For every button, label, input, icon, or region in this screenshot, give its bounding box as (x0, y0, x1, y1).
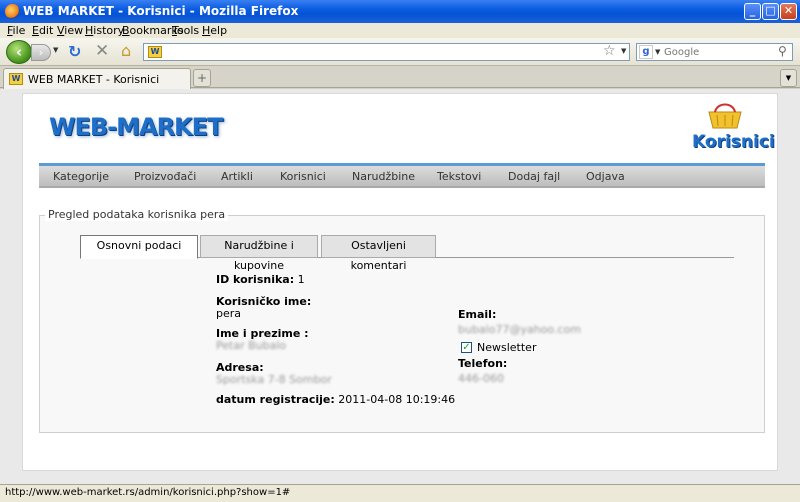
status-bar: http://www.web-market.rs/admin/korisnici… (0, 484, 800, 502)
nav-tekstovi[interactable]: Tekstovi (437, 170, 481, 183)
window-title-bar: WEB MARKET - Korisnici - Mozilla Firefox… (0, 0, 800, 23)
back-button[interactable]: ‹ (6, 40, 32, 64)
site-favicon-icon: W (148, 46, 162, 58)
newsletter-label: Newsletter (477, 341, 537, 354)
menu-edit[interactable]: Edit (32, 24, 53, 37)
user-id-value: 1 (297, 273, 305, 286)
search-input[interactable] (664, 45, 774, 59)
username-value: pera (216, 307, 242, 320)
email-label: Email: (458, 308, 497, 321)
nav-narudzbine[interactable]: Narudžbine (352, 170, 415, 183)
window-title: WEB MARKET - Korisnici - Mozilla Firefox (23, 4, 299, 18)
url-input[interactable] (166, 45, 596, 59)
basket-icon (708, 103, 742, 129)
menu-history[interactable]: History (85, 24, 124, 37)
history-dropdown-icon[interactable]: ▼ (53, 46, 58, 54)
page-container: WEB-MARKET Korisnici Kategorije Proizvođ… (22, 93, 778, 471)
registration-date-value: 2011-04-08 10:19:46 (338, 393, 456, 406)
menu-file[interactable]: File (7, 24, 25, 37)
forward-button[interactable]: › (31, 44, 51, 61)
site-logo[interactable]: WEB-MARKET (49, 113, 223, 141)
registration-date-row: datum registracije: 2011-04-08 10:19:46 (216, 393, 455, 406)
fieldset-legend: Pregled podataka korisnika pera (45, 208, 229, 221)
search-bar[interactable]: g ▼ ⚲ (636, 43, 793, 61)
tab-korisnici[interactable]: W WEB MARKET - Korisnici (3, 68, 191, 89)
user-id-label: ID korisnika: (216, 273, 295, 286)
tab-favicon-icon: W (9, 73, 23, 85)
close-button[interactable]: ✕ (780, 3, 797, 20)
url-dropdown-icon[interactable]: ▼ (621, 47, 626, 55)
maximize-button[interactable]: □ (762, 3, 779, 20)
url-bar[interactable]: W ☆ ▼ (143, 43, 630, 61)
home-icon[interactable]: ⌂ (121, 41, 131, 60)
menu-tools[interactable]: Tools (172, 24, 199, 37)
tab-osnovni-podaci[interactable]: Osnovni podaci (80, 235, 198, 259)
email-value: bubalo77@yahoo.com (458, 323, 581, 336)
phone-value: 446-060 (458, 372, 504, 385)
menu-bar: File Edit View History Bookmarks Tools H… (0, 23, 800, 38)
nav-kategorije[interactable]: Kategorije (53, 170, 109, 183)
tab-list-dropdown-icon[interactable]: ▼ (780, 69, 797, 87)
status-text: http://www.web-market.rs/admin/korisnici… (5, 487, 291, 498)
phone-label: Telefon: (458, 357, 508, 370)
page-viewport: WEB-MARKET Korisnici Kategorije Proizvođ… (0, 89, 800, 484)
newsletter-checkbox[interactable]: ✓ (461, 342, 472, 353)
nav-korisnici[interactable]: Korisnici (280, 170, 326, 183)
google-engine-icon[interactable]: g (639, 45, 653, 59)
navigation-toolbar: ‹ › ▼ ↻ ✕ ⌂ W ☆ ▼ g ▼ ⚲ (0, 38, 800, 66)
tab-strip: W WEB MARKET - Korisnici + ▼ (0, 66, 800, 89)
menu-view[interactable]: View (57, 24, 83, 37)
tab-title: WEB MARKET - Korisnici (28, 73, 160, 86)
nav-proizvodjaci[interactable]: Proizvođači (134, 170, 196, 183)
stop-icon[interactable]: ✕ (95, 41, 109, 61)
menu-help[interactable]: Help (202, 24, 227, 37)
fullname-value: Petar Bubalo (216, 339, 287, 352)
engine-dropdown-icon[interactable]: ▼ (655, 48, 660, 56)
registration-date-label: datum registracije: (216, 393, 335, 406)
user-details-fieldset: Pregled podataka korisnika pera Osnovni … (39, 208, 765, 433)
search-icon[interactable]: ⚲ (778, 44, 787, 58)
nav-odjava[interactable]: Odjava (586, 170, 625, 183)
firefox-icon (5, 4, 20, 19)
page-section-title: Korisnici (692, 132, 775, 152)
user-id-row: ID korisnika: 1 (216, 273, 305, 286)
detail-tabs: Osnovni podaci Narudžbine i kupovine Ost… (80, 235, 734, 272)
tab-ostavljeni-komentari[interactable]: Ostavljeni komentari (321, 235, 436, 272)
main-navigation: Kategorije Proizvođači Artikli Korisnici… (39, 163, 765, 188)
new-tab-button[interactable]: + (193, 69, 211, 87)
bookmark-star-icon[interactable]: ☆ (603, 43, 616, 59)
address-value: Sportska 7-8 Sombor (216, 373, 332, 386)
minimize-button[interactable]: _ (744, 3, 761, 20)
reload-icon[interactable]: ↻ (68, 42, 81, 61)
tab-narudzbine-kupovine[interactable]: Narudžbine i kupovine (200, 235, 318, 272)
nav-artikli[interactable]: Artikli (221, 170, 253, 183)
nav-dodaj-fajl[interactable]: Dodaj fajl (508, 170, 560, 183)
